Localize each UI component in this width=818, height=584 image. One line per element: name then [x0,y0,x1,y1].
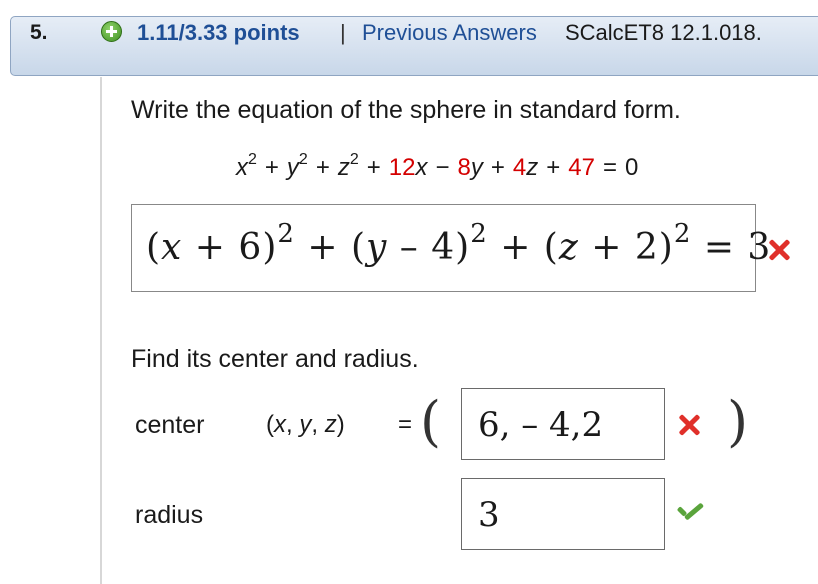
radius-input[interactable]: 3 [461,478,665,550]
left-rule [100,77,102,584]
part2-prompt: Find its center and radius. [131,345,419,373]
question-number: 5. [30,21,48,44]
previous-answers-link[interactable]: Previous Answers [362,20,537,46]
center-coordinates-label: (x, y, z) [266,411,345,438]
question-source: SCalcET8 12.1.018. [565,20,762,45]
incorrect-x-icon [677,413,701,437]
header-separator: | [340,20,346,45]
correct-check-icon [675,503,707,525]
equation-answer-text: (x + 6)2 + (y – 4)2 + (z + 2)2 = 3 [146,219,772,268]
center-equals: = [398,411,413,438]
radius-label: radius [135,501,204,529]
center-value: 6, – 4,2 [478,405,604,445]
points-link[interactable]: 1.11/3.33 points [137,20,300,46]
center-open-paren: ( [420,390,442,453]
center-input[interactable]: 6, – 4,2 [461,388,665,460]
incorrect-x-icon [767,238,791,262]
given-equation: x2 + y2 + z2 +12x −8y +4z +47 = 0 [236,151,639,181]
part1-prompt: Write the equation of the sphere in stan… [131,96,681,124]
radius-value: 3 [478,495,500,535]
equation-answer-box[interactable]: (x + 6)2 + (y – 4)2 + (z + 2)2 = 3 [131,204,770,292]
center-close-paren: ) [727,390,749,453]
center-label: center [135,411,205,439]
expand-plus-icon[interactable] [101,21,122,42]
